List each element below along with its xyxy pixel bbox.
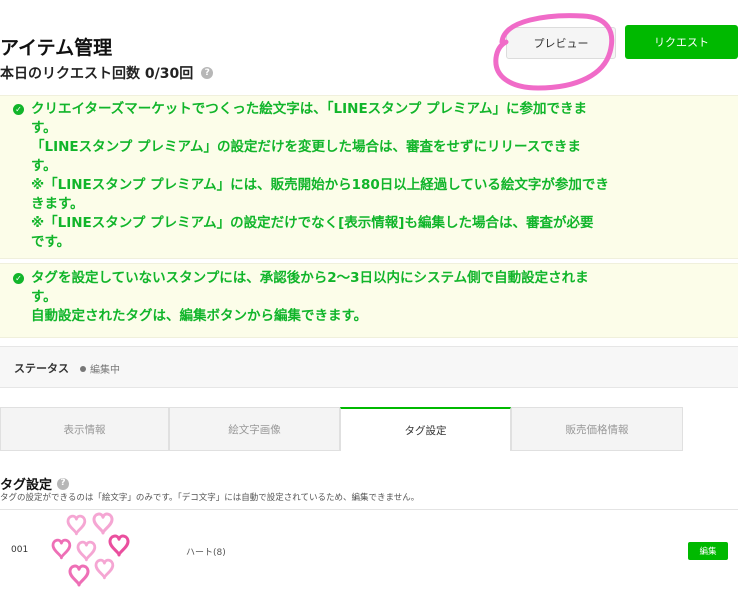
status-dot-icon — [80, 365, 86, 372]
tab-display-info[interactable]: 表示情報 — [0, 407, 169, 451]
notice-line: す。 — [31, 120, 57, 136]
notice-line: きます。 — [31, 196, 84, 212]
check-circle-icon: ✓ — [13, 104, 24, 115]
notice-tags: ✓ タグを設定していないスタンプには、承認後から2〜3日以内にシステム側で自動設… — [0, 263, 738, 338]
notice-line: す。 — [31, 289, 57, 305]
row-tag-value: ハート(8) — [186, 548, 226, 558]
notice-line: ※「LINEスタンプ プレミアム」の設定だけでなく[表示情報]も編集した場合は、… — [31, 215, 594, 231]
request-count-text: 本日のリクエスト回数 0/30回 — [0, 66, 194, 82]
notice-line: です。 — [31, 234, 71, 250]
status-label: ステータス — [14, 362, 69, 375]
check-circle-icon: ✓ — [13, 273, 24, 284]
notice-line: ※「LINEスタンプ プレミアム」には、販売開始から180日以上経過している絵文… — [31, 177, 609, 193]
edit-button[interactable]: 編集 — [688, 542, 728, 560]
page-title: アイテム管理 — [0, 37, 113, 59]
request-button[interactable]: リクエスト — [625, 25, 738, 59]
notice-line: す。 — [31, 158, 57, 174]
preview-button[interactable]: プレビュー — [506, 27, 616, 59]
notice-line: タグを設定していないスタンプには、承認後から2〜3日以内にシステム側で自動設定さ… — [31, 270, 589, 286]
tab-sales-price[interactable]: 販売価格情報 — [511, 407, 683, 451]
help-icon[interactable]: ? — [57, 477, 70, 490]
row-number: 001 — [11, 545, 29, 555]
notice-premium: ✓ クリエイターズマーケットでつくった絵文字は、「LINEスタンプ プレミアム」… — [0, 95, 738, 259]
divider — [0, 509, 738, 510]
status-value: 編集中 — [80, 361, 120, 376]
tab-bar: 表示情報 絵文字画像 タグ設定 販売価格情報 — [0, 407, 738, 451]
status-value-text: 編集中 — [90, 365, 120, 376]
tab-emoji-images[interactable]: 絵文字画像 — [169, 407, 340, 451]
hearts-emoji-icon — [51, 512, 130, 587]
tag-section-description: タグの設定ができるのは「絵文字」のみです。「デコ文字」には自動で設定されているた… — [0, 493, 420, 503]
request-count: 本日のリクエスト回数 0/30回 ? — [0, 63, 214, 83]
help-icon[interactable]: ? — [201, 67, 214, 79]
notice-line: 「LINEスタンプ プレミアム」の設定だけを変更した場合は、審査をせずにリリース… — [31, 139, 581, 155]
notice-line: クリエイターズマーケットでつくった絵文字は、「LINEスタンプ プレミアム」に参… — [31, 101, 588, 117]
notice-line: 自動設定されたタグは、編集ボタンから編集できます。 — [31, 308, 368, 324]
tab-tag-settings[interactable]: タグ設定 — [340, 407, 511, 451]
status-panel: ステータス 編集中 — [0, 346, 738, 388]
